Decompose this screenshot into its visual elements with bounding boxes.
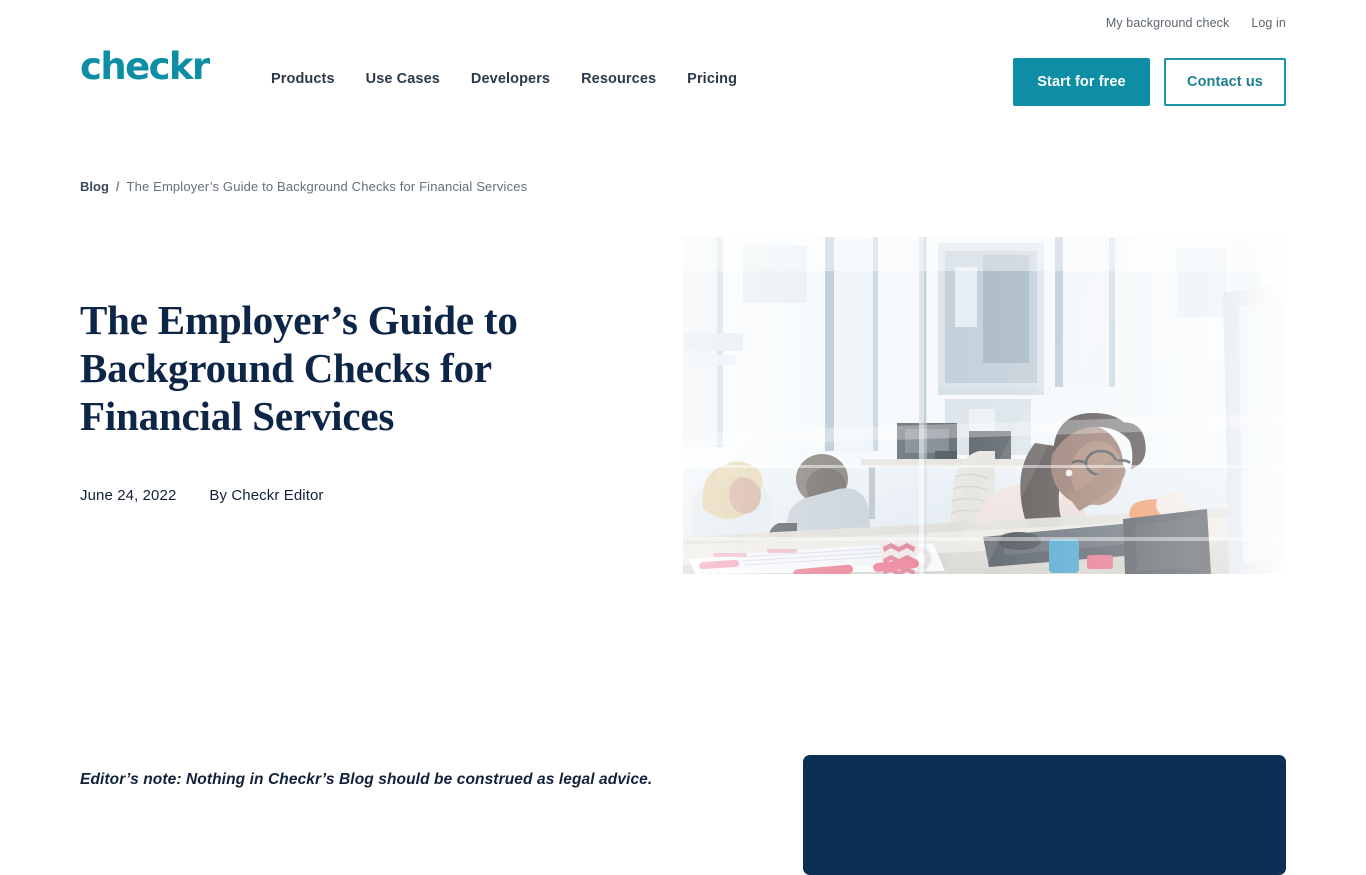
page-title: The Employer’s Guide to Background Check…	[80, 297, 518, 439]
article-date: June 24, 2022	[80, 487, 177, 504]
breadcrumb: Blog / The Employer’s Guide to Backgroun…	[80, 179, 527, 194]
breadcrumb-current: The Employer’s Guide to Background Check…	[126, 179, 528, 194]
breadcrumb-item-blog[interactable]: Blog	[80, 179, 109, 194]
breadcrumb-separator: /	[115, 179, 120, 194]
site-header: checkr Products Use Cases Developers Res…	[0, 40, 1366, 118]
utility-link-log-in[interactable]: Log in	[1251, 17, 1286, 30]
utility-link-my-background-check[interactable]: My background check	[1106, 17, 1230, 30]
article-meta: June 24, 2022 By Checkr Editor	[80, 487, 324, 504]
hero-image	[683, 237, 1286, 574]
nav-item-resources[interactable]: Resources	[581, 72, 656, 87]
main-nav: Products Use Cases Developers Resources …	[271, 72, 737, 87]
header-cta-group: Start for free Contact us	[1013, 58, 1286, 106]
nav-item-use-cases[interactable]: Use Cases	[366, 72, 440, 87]
editor-note: Editor’s note: Nothing in Checkr’s Blog …	[80, 770, 653, 788]
checkr-logo[interactable]: checkr	[80, 48, 210, 85]
nav-item-products[interactable]: Products	[271, 72, 335, 87]
start-for-free-button[interactable]: Start for free	[1013, 58, 1150, 106]
sidebar-cta-panel[interactable]	[803, 755, 1286, 875]
article-author: By Checkr Editor	[209, 487, 324, 504]
nav-item-pricing[interactable]: Pricing	[687, 72, 737, 87]
nav-item-developers[interactable]: Developers	[471, 72, 550, 87]
contact-us-button[interactable]: Contact us	[1164, 58, 1286, 106]
